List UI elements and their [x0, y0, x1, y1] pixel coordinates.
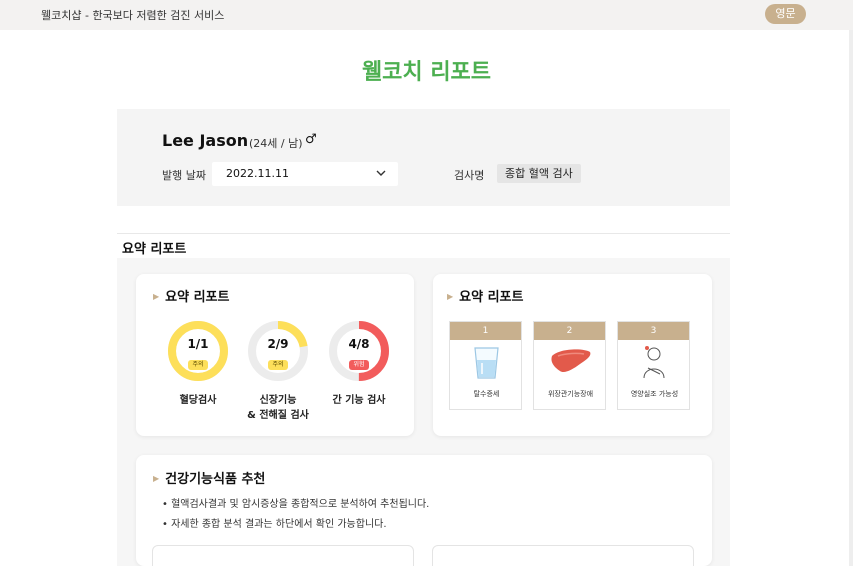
- issue-date-select[interactable]: 2022.11.11: [212, 162, 398, 186]
- ring-label-line: 혈당검사: [179, 395, 217, 406]
- ring-label-line: 신장기능: [259, 395, 297, 406]
- status-badge: 위험: [349, 360, 369, 370]
- summary-card-symptoms: ▶ 요약 리포트 1 탈수증세 2 위장관기능장애 3 영양실조 가능성: [433, 274, 712, 436]
- ring-label: 혈당검사: [153, 393, 243, 408]
- water-glass-icon: [450, 344, 523, 382]
- symptom-number: 3: [618, 322, 689, 340]
- issue-date-label: 발행 날짜: [162, 169, 206, 182]
- ring-label-line: & 전해질 검사: [247, 410, 309, 421]
- language-toggle-button[interactable]: 영문: [765, 4, 806, 24]
- page-title: 웰코치 리포트: [361, 60, 492, 85]
- ring-fraction: 4/8: [348, 337, 370, 351]
- liver-icon: [534, 344, 607, 382]
- product-card[interactable]: [432, 545, 694, 566]
- symptom-card[interactable]: 3 영양실조 가능성: [617, 321, 690, 410]
- recommend-note: • 자세한 종합 분석 결과는 하단에서 확인 가능합니다.: [162, 519, 387, 530]
- patient-name: Lee Jason: [162, 131, 249, 150]
- top-bar: 웰코치샵 - 한국보다 저렴한 검진 서비스 영문: [0, 0, 853, 30]
- profile-panel: Lee Jason (24세 / 남) ♂ 발행 날짜 2022.11.11 검…: [117, 109, 730, 206]
- triangle-bullet-icon: ▶: [153, 474, 160, 483]
- ring-label: 간 기능 검사: [314, 393, 404, 408]
- ring-fraction: 1/1: [187, 337, 209, 351]
- symptom-card[interactable]: 2 위장관기능장애: [533, 321, 606, 410]
- symptom-number: 2: [534, 322, 605, 340]
- summary-card-title: ▶ 요약 리포트: [153, 286, 229, 305]
- summary-card-title-text: 요약 리포트: [165, 290, 230, 305]
- status-badge: 주의: [188, 360, 208, 370]
- symptom-card[interactable]: 1 탈수증세: [449, 321, 522, 410]
- male-icon: ♂: [305, 132, 317, 147]
- recommend-title-text: 건강기능식품 추천: [165, 472, 266, 487]
- ring-kidney: 2/9 주의: [247, 320, 309, 382]
- status-badge: 주의: [268, 360, 288, 370]
- product-card[interactable]: [152, 545, 414, 566]
- ring-label-line: 간 기능 검사: [332, 395, 386, 406]
- ring-liver: 4/8 위험: [328, 320, 390, 382]
- summary-card-title: ▶ 요약 리포트: [447, 286, 523, 305]
- issue-date-value: 2022.11.11: [226, 167, 289, 180]
- symptom-caption: 탈수증세: [473, 390, 500, 398]
- symptom-number: 1: [450, 322, 521, 340]
- test-name-label: 검사명: [454, 169, 485, 182]
- ring-label: 신장기능 & 전해질 검사: [233, 393, 323, 423]
- sick-person-icon: [618, 344, 691, 382]
- ring-blood-sugar: 1/1 주의: [167, 320, 229, 382]
- chevron-down-icon: [376, 166, 386, 183]
- section-divider: [117, 233, 730, 234]
- recommend-note: • 혈액검사결과 및 암시증상을 종합적으로 분석하여 추천됩니다.: [162, 499, 430, 510]
- triangle-bullet-icon: ▶: [447, 292, 454, 301]
- summary-card-rings: ▶ 요약 리포트 1/1 주의 혈당검사 2/9 주의 신장기능 & 전해질 검사: [136, 274, 414, 436]
- scrollbar[interactable]: [849, 30, 853, 566]
- summary-card-title-text: 요약 리포트: [459, 290, 524, 305]
- symptom-caption: 영양실조 가능성: [630, 390, 679, 398]
- symptom-caption: 위장관기능장애: [547, 390, 594, 398]
- site-title: 웰코치샵 - 한국보다 저렴한 검진 서비스: [41, 9, 225, 22]
- triangle-bullet-icon: ▶: [153, 292, 160, 301]
- test-name-chip: 종합 혈액 검사: [497, 164, 581, 183]
- ring-fraction: 2/9: [267, 337, 289, 351]
- summary-section-title: 요약 리포트: [122, 242, 187, 257]
- recommend-title: ▶ 건강기능식품 추천: [153, 468, 265, 487]
- patient-age-gender: (24세 / 남): [249, 137, 303, 150]
